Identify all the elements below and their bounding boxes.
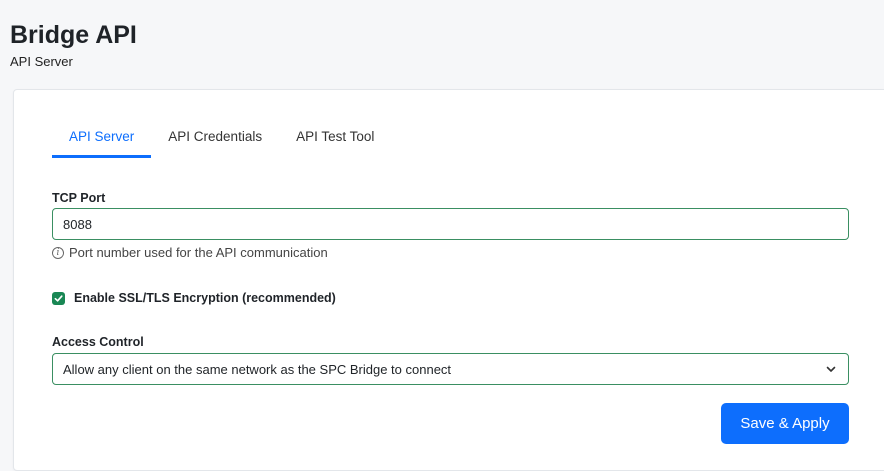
ssl-checkbox[interactable]	[52, 291, 65, 305]
tab-api-server[interactable]: API Server	[52, 120, 152, 158]
access-control-label: Access Control	[52, 335, 144, 349]
info-icon: i	[52, 246, 64, 259]
tab-bar: API Server API Credentials API Test Tool	[52, 120, 391, 158]
chevron-down-icon	[824, 362, 838, 376]
ssl-checkbox-label: Enable SSL/TLS Encryption (recommended)	[74, 291, 336, 305]
save-apply-button[interactable]: Save & Apply	[721, 403, 849, 444]
settings-card: API Server API Credentials API Test Tool…	[13, 89, 884, 471]
tcp-port-label: TCP Port	[52, 191, 106, 205]
page-title: Bridge API	[10, 21, 137, 49]
access-control-select[interactable]: Allow any client on the same network as …	[52, 353, 849, 385]
tab-api-credentials[interactable]: API Credentials	[151, 120, 279, 158]
page-header: Bridge API API Server	[10, 20, 137, 70]
access-control-selected-value: Allow any client on the same network as …	[63, 361, 452, 377]
checkmark-icon	[54, 294, 63, 302]
tcp-port-help-text: Port number used for the API communicati…	[69, 245, 328, 260]
tcp-port-help: i Port number used for the API communica…	[52, 245, 328, 260]
ssl-checkbox-row[interactable]: Enable SSL/TLS Encryption (recommended)	[52, 291, 336, 305]
tab-api-test-tool[interactable]: API Test Tool	[279, 120, 391, 158]
page-subtitle: API Server	[10, 54, 73, 69]
tcp-port-input[interactable]	[52, 208, 849, 240]
